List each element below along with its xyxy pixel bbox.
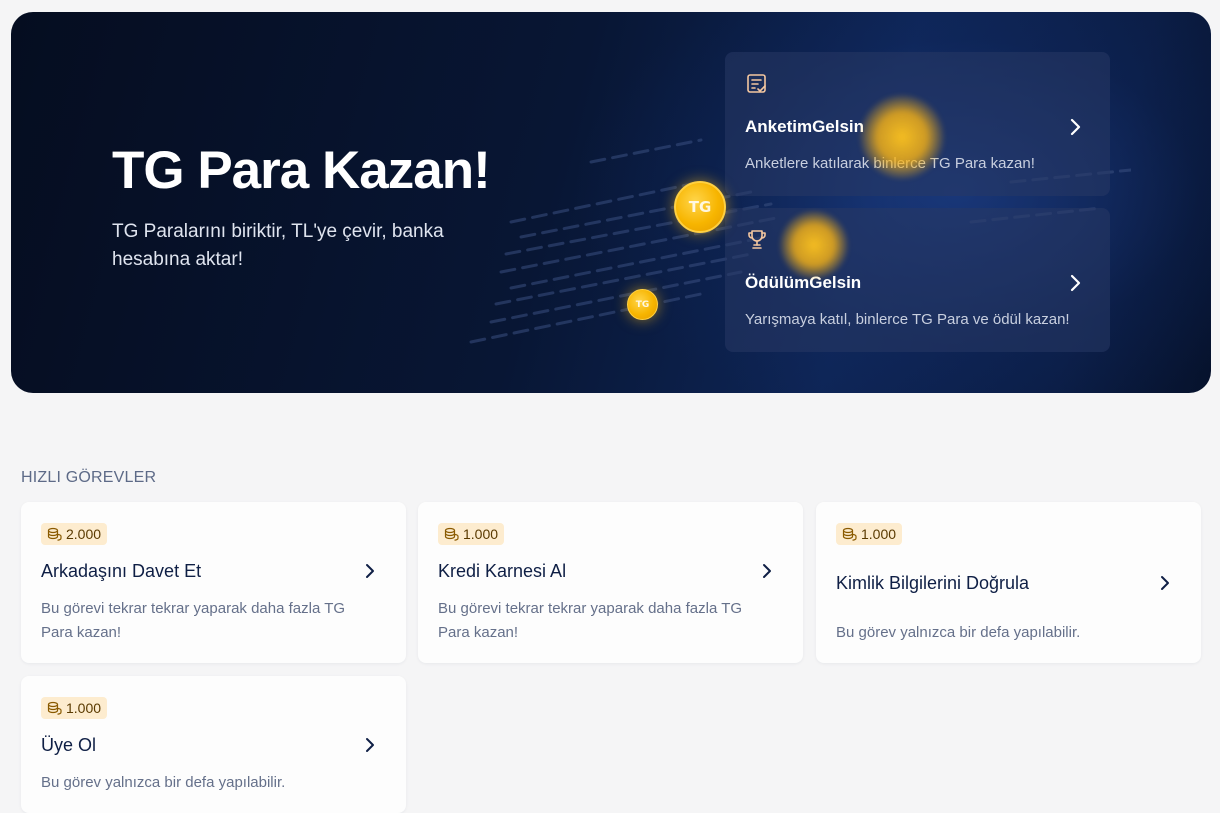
hero-banner: AnketimGelsin Anketlere katılarak binler… — [11, 12, 1211, 393]
card-title: AnketimGelsin — [745, 117, 865, 136]
tg-coin-icon: TG — [674, 181, 726, 233]
chevron-right-icon — [366, 564, 374, 578]
quick-tasks-heading: HIZLI GÖREVLER — [21, 469, 157, 486]
chevron-right-icon — [1070, 118, 1081, 136]
task-title: Üye Ol — [41, 735, 97, 755]
task-card-invite-friend[interactable]: 2.000 Arkadaşını Davet Et Bu görevi tekr… — [21, 502, 406, 663]
coins-icon — [47, 701, 62, 715]
reward-badge: 2.000 — [41, 523, 108, 545]
reward-amount: 2.000 — [66, 526, 102, 542]
chevron-right-icon — [1161, 576, 1169, 590]
coins-icon — [444, 527, 459, 541]
hero-subtitle: TG Paralarını biriktir, TL'ye çevir, ban… — [112, 221, 444, 270]
task-description: Bu görev yalnızca bir defa yapılabilir. — [41, 774, 286, 791]
chevron-right-icon — [366, 738, 374, 752]
task-title: Kredi Karnesi Al — [438, 561, 567, 581]
reward-amount: 1.000 — [66, 700, 102, 716]
coins-icon — [842, 527, 857, 541]
reward-amount: 1.000 — [463, 526, 499, 542]
reward-amount: 1.000 — [861, 526, 897, 542]
task-title: Kimlik Bilgilerini Doğrula — [836, 573, 1030, 593]
task-card-sign-up[interactable]: 1.000 Üye Ol Bu görev yalnızca bir defa … — [21, 676, 406, 813]
task-description: Bu görev yalnızca bir defa yapılabilir. — [836, 624, 1081, 641]
floating-coin-glow — [779, 210, 849, 280]
coins-icon — [47, 527, 62, 541]
task-title: Arkadaşını Davet Et — [41, 561, 202, 581]
reward-badge: 1.000 — [836, 523, 903, 545]
chevron-right-icon — [1070, 274, 1081, 292]
task-card-verify-identity[interactable]: 1.000 Kimlik Bilgilerini Doğrula Bu göre… — [816, 502, 1201, 663]
trophy-icon — [748, 230, 766, 249]
tg-coin-icon: TG — [627, 289, 658, 320]
card-description: Yarışmaya katıl, binlerce TG Para ve ödü… — [745, 311, 1070, 328]
task-description: Bu görevi tekrar tekrar yaparak daha faz… — [41, 600, 346, 641]
hero-title: TG Para Kazan! — [112, 141, 491, 200]
reward-badge: 1.000 — [438, 523, 505, 545]
survey-icon — [747, 74, 766, 93]
chevron-right-icon — [763, 564, 771, 578]
floating-coin-glow — [859, 94, 945, 180]
task-card-credit-report[interactable]: 1.000 Kredi Karnesi Al Bu görevi tekrar … — [418, 502, 803, 663]
reward-badge: 1.000 — [41, 697, 108, 719]
task-description: Bu görevi tekrar tekrar yaparak daha faz… — [438, 600, 743, 641]
